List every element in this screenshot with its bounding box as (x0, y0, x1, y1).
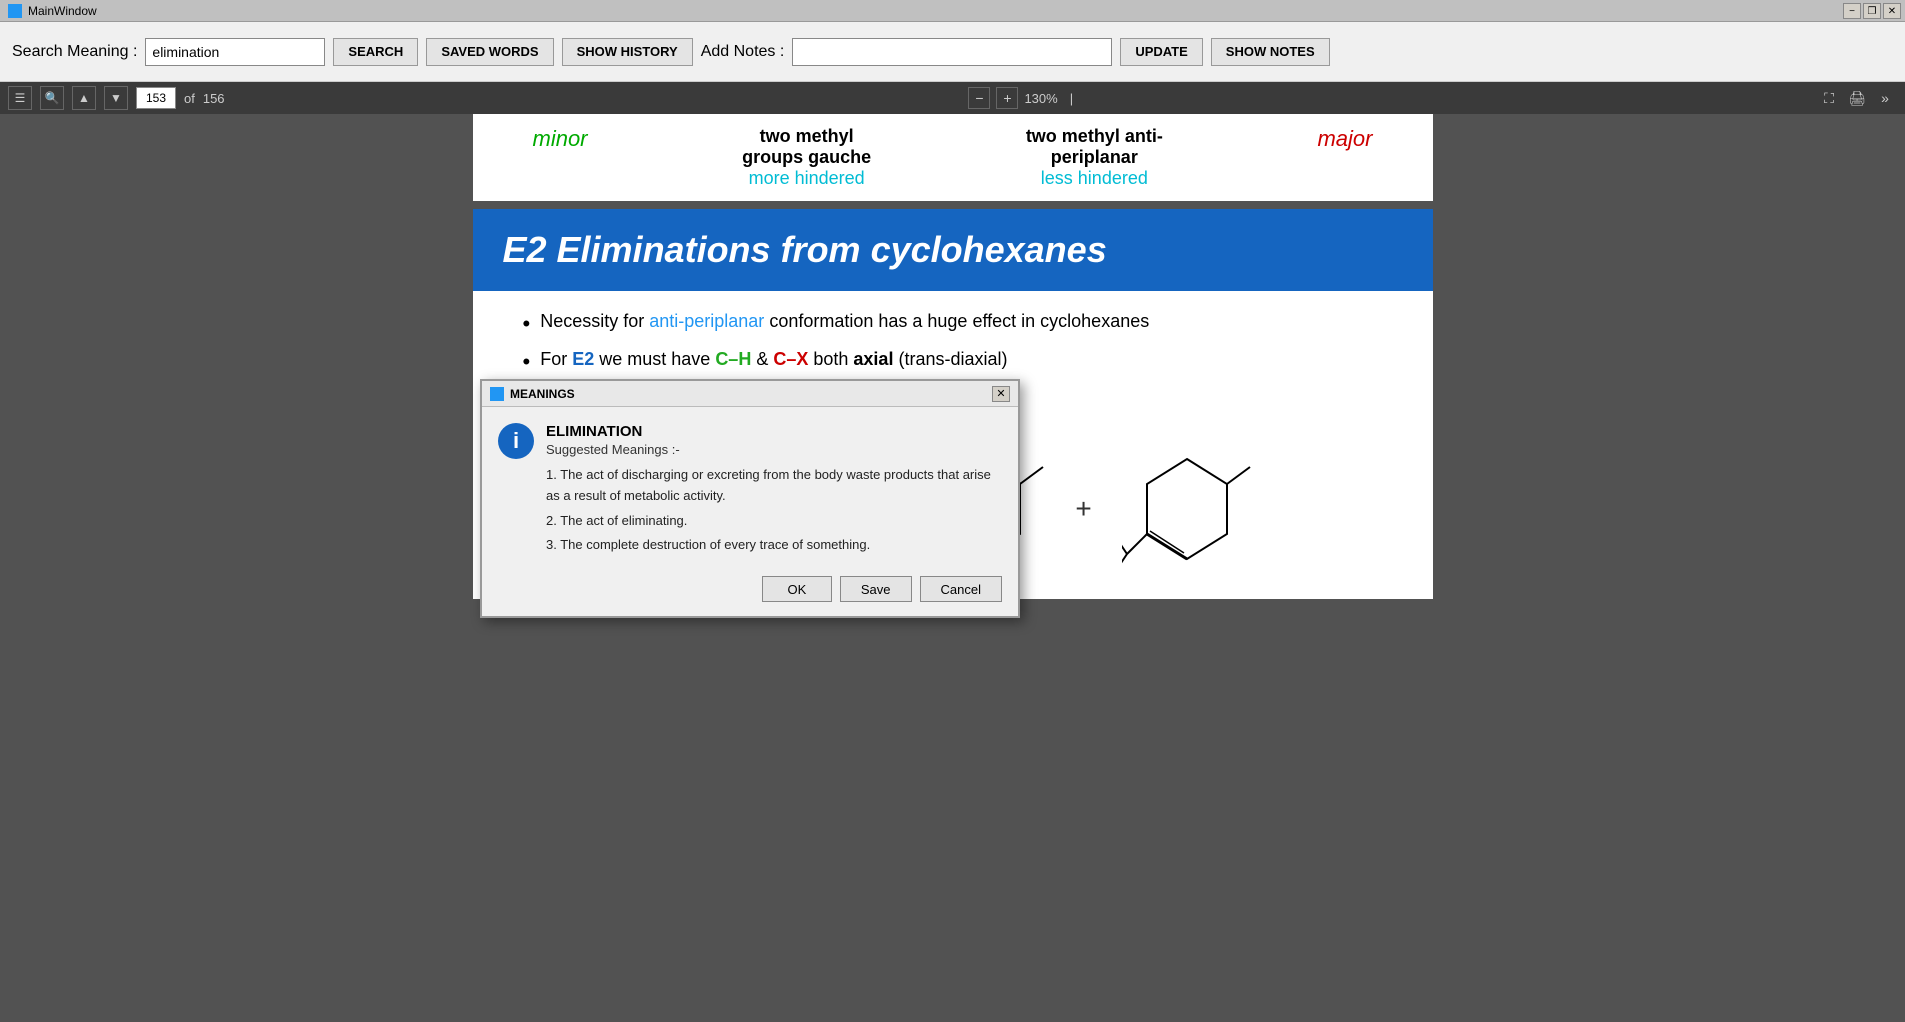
dialog-overlay: MEANINGS ✕ i ELIMINATION Suggested Meani… (0, 114, 1905, 1022)
window-controls: − ❐ ✕ (1843, 3, 1901, 19)
search-button[interactable]: SEARCH (333, 38, 418, 66)
zoom-level: 130% (1024, 91, 1057, 106)
meanings-dialog: MEANINGS ✕ i ELIMINATION Suggested Meani… (480, 379, 1020, 618)
zoom-controls: − + 130% | (968, 87, 1073, 109)
print-icon[interactable]: 🖨 (1845, 86, 1869, 110)
zoom-in-button[interactable]: + (996, 87, 1018, 109)
page-number-input[interactable] (136, 87, 176, 109)
suggested-label: Suggested Meanings :- (546, 442, 1002, 457)
update-button[interactable]: UPDATE (1120, 38, 1202, 66)
dialog-icon (490, 387, 504, 401)
dialog-body: i ELIMINATION Suggested Meanings :- 1. T… (482, 407, 1018, 568)
add-notes-label: Add Notes : (701, 43, 785, 61)
restore-button[interactable]: ❐ (1863, 3, 1881, 19)
saved-words-button[interactable]: SAVED WORDS (426, 38, 553, 66)
close-button[interactable]: ✕ (1883, 3, 1901, 19)
word-title: ELIMINATION (546, 423, 1002, 440)
info-icon: i (498, 423, 534, 459)
meaning-1: 1. The act of discharging or excreting f… (546, 465, 1002, 507)
pdf-toolbar: ☰ 🔍 ▲ ▼ of 156 − + 130% | ⛶ 🖨 » (0, 82, 1905, 114)
app-icon (8, 4, 22, 18)
search-input[interactable] (145, 38, 325, 66)
show-notes-button[interactable]: SHOW NOTES (1211, 38, 1330, 66)
pdf-content: minor two methyl groups gauche more hind… (0, 114, 1905, 1022)
dialog-close-button[interactable]: ✕ (992, 386, 1010, 402)
more-options-icon[interactable]: » (1873, 86, 1897, 110)
save-button[interactable]: Save (840, 576, 912, 602)
cancel-button[interactable]: Cancel (920, 576, 1002, 602)
sidebar-toggle-button[interactable]: ☰ (8, 86, 32, 110)
info-icon-area: i (498, 423, 534, 556)
fullscreen-icon[interactable]: ⛶ (1817, 86, 1841, 110)
search-meaning-label: Search Meaning : (12, 43, 137, 61)
meaning-3: 3. The complete destruction of every tra… (546, 535, 1002, 556)
page-down-button[interactable]: ▼ (104, 86, 128, 110)
title-bar: MainWindow − ❐ ✕ (0, 0, 1905, 22)
main-toolbar: Search Meaning : SEARCH SAVED WORDS SHOW… (0, 22, 1905, 82)
search-pdf-button[interactable]: 🔍 (40, 86, 64, 110)
meaning-2: 2. The act of eliminating. (546, 511, 1002, 532)
dialog-title: MEANINGS (510, 387, 575, 401)
meanings-list: 1. The act of discharging or excreting f… (546, 465, 1002, 556)
dialog-content: ELIMINATION Suggested Meanings :- 1. The… (546, 423, 1002, 556)
zoom-sep: | (1070, 91, 1073, 106)
zoom-out-button[interactable]: − (968, 87, 990, 109)
notes-input[interactable] (792, 38, 1112, 66)
dialog-footer: OK Save Cancel (482, 568, 1018, 616)
window-title: MainWindow (28, 4, 97, 18)
dialog-titlebar: MEANINGS ✕ (482, 381, 1018, 407)
page-total: 156 (203, 91, 225, 106)
page-separator: of (184, 91, 195, 106)
page-up-button[interactable]: ▲ (72, 86, 96, 110)
show-history-button[interactable]: SHOW HISTORY (562, 38, 693, 66)
pdf-toolbar-right: ⛶ 🖨 » (1817, 86, 1897, 110)
ok-button[interactable]: OK (762, 576, 832, 602)
minimize-button[interactable]: − (1843, 3, 1861, 19)
